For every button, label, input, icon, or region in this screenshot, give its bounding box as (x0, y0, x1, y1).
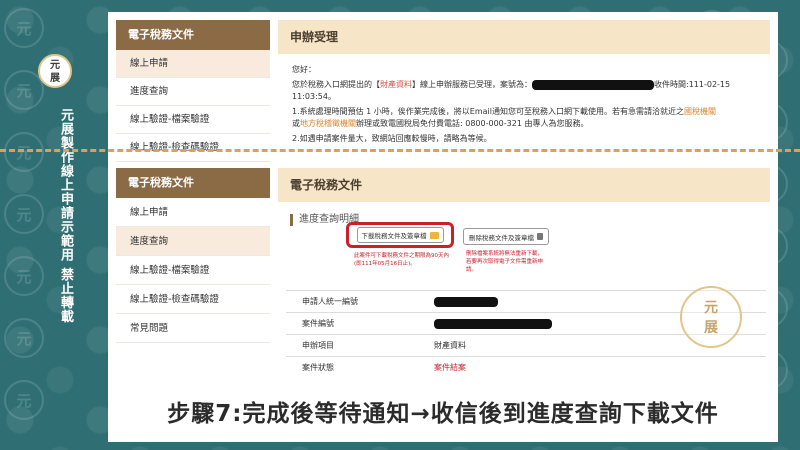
sidebar-title: 電子稅務文件 (116, 168, 270, 198)
national-tax-office-link[interactable]: 國稅機關 (684, 107, 716, 116)
watermark-coin: 元 (4, 256, 44, 296)
trash-icon (537, 233, 543, 240)
sidebar-bottom: 電子稅務文件 線上申請 進度查詢 線上驗證-檔案驗證 線上驗證-檢查碼驗證 常見… (116, 168, 270, 343)
step-caption: 步驟7:完成後等待通知→收信後到進度查詢下載文件 (108, 386, 778, 442)
acceptance-message: 您好： 您於稅務入口網提出的【財產資料】線上申辦服務已受理，案號為： 收件時間:1… (278, 54, 770, 158)
main-bottom: 電子稅務文件 進度查詢明細 (278, 168, 770, 226)
sidebar-item-code-verify[interactable]: 線上驗證-檢查碼驗證 (116, 285, 270, 314)
download-document-button[interactable]: 下載稅務文件及簽章檔 (346, 222, 454, 248)
row-label: 申辦項目 (302, 341, 334, 350)
sidebar-top: 電子稅務文件 線上申請 進度查詢 線上驗證-檔案驗證 線上驗證-檢查碼驗證 (116, 20, 270, 162)
sidebar-item-progress[interactable]: 進度查詢 (116, 227, 270, 256)
case-status: 案件結案 (434, 363, 466, 372)
download-button-inner: 下載稅務文件及簽章檔 (356, 227, 444, 243)
watermark-coin: 元 (4, 8, 44, 48)
sidebar-item-progress[interactable]: 進度查詢 (116, 78, 270, 106)
watermark-coin: 元 (4, 194, 44, 234)
sidebar-item-file-verify[interactable]: 線上驗證-檔案驗證 (116, 106, 270, 134)
watermark-coin: 元 (4, 318, 44, 358)
panel-application-accepted: 電子稅務文件 線上申請 進度查詢 線上驗證-檔案驗證 線上驗證-檢查碼驗證 申辦… (108, 12, 778, 162)
acceptance-line: 您於稅務入口網提出的【財產資料】線上申辦服務已受理，案號為： 收件時間:111-0… (292, 79, 731, 101)
sidebar-item-code-verify[interactable]: 線上驗證-檢查碼驗證 (116, 134, 270, 162)
watermark-coin: 元 (4, 132, 44, 172)
redacted-tax-id (434, 296, 498, 307)
vertical-caption: 元展製作線上申請示範用 禁止轉載 (58, 108, 73, 324)
divider-dashed (0, 149, 800, 152)
brand-stamp: 元展 (680, 286, 742, 348)
sidebar-item-faq[interactable]: 常見問題 (116, 314, 270, 343)
wait-note: 2.如遇申請案件量大，致網站回應較慢時，請略為等候。 (292, 134, 492, 143)
brand-logo-text: 元展 (50, 60, 60, 84)
delete-button-label: 刪除稅務文件及簽章檔 (469, 233, 534, 242)
sidebar-item-file-verify[interactable]: 線上驗證-檔案驗證 (116, 256, 270, 285)
page-title: 電子稅務文件 (278, 168, 770, 202)
greeting: 您好： (292, 65, 316, 74)
row-label: 申請人統一編號 (302, 297, 358, 306)
processing-note: 1.系統處理時間預估 1 小時，俟作業完成後，將以Email通知您可至稅務入口網… (292, 107, 716, 128)
redacted-case-number (532, 79, 654, 90)
brand-logo: 元展 (38, 54, 72, 88)
item-link[interactable]: 財產資料 (380, 80, 412, 89)
local-tax-office-link[interactable]: 地方稅稽徵機關 (300, 119, 356, 128)
delete-warning-note: 刪除檔案系統將無法重新下載，若要再次取得電子文件需重新申請。 (466, 251, 544, 273)
table-row: 案件狀態 案件結案 (286, 356, 766, 378)
row-label: 案件狀態 (302, 363, 334, 372)
main-top: 申辦受理 您好： 您於稅務入口網提出的【財產資料】線上申辦服務已受理，案號為：收… (278, 20, 770, 158)
download-deadline-note: 此案件可下載稅務文件之期限為90天內 (即111年05月16日止)。 (354, 253, 449, 267)
folder-icon (429, 231, 439, 239)
page-title: 申辦受理 (278, 20, 770, 54)
sidebar-title: 電子稅務文件 (116, 20, 270, 50)
sidebar-item-online-apply[interactable]: 線上申請 (116, 198, 270, 227)
download-button-label: 下載稅務文件及簽章檔 (361, 232, 427, 240)
sidebar-item-online-apply[interactable]: 線上申請 (116, 50, 270, 78)
delete-document-button[interactable]: 刪除稅務文件及簽章檔 (463, 228, 549, 245)
row-label: 案件編號 (302, 319, 334, 328)
redacted-case-id (434, 318, 552, 329)
watermark-coin: 元 (4, 380, 44, 420)
brand-stamp-text: 元展 (704, 300, 718, 336)
screenshot-frame: 電子稅務文件 線上申請 進度查詢 線上驗證-檔案驗證 線上驗證-檢查碼驗證 申辦… (108, 12, 778, 442)
